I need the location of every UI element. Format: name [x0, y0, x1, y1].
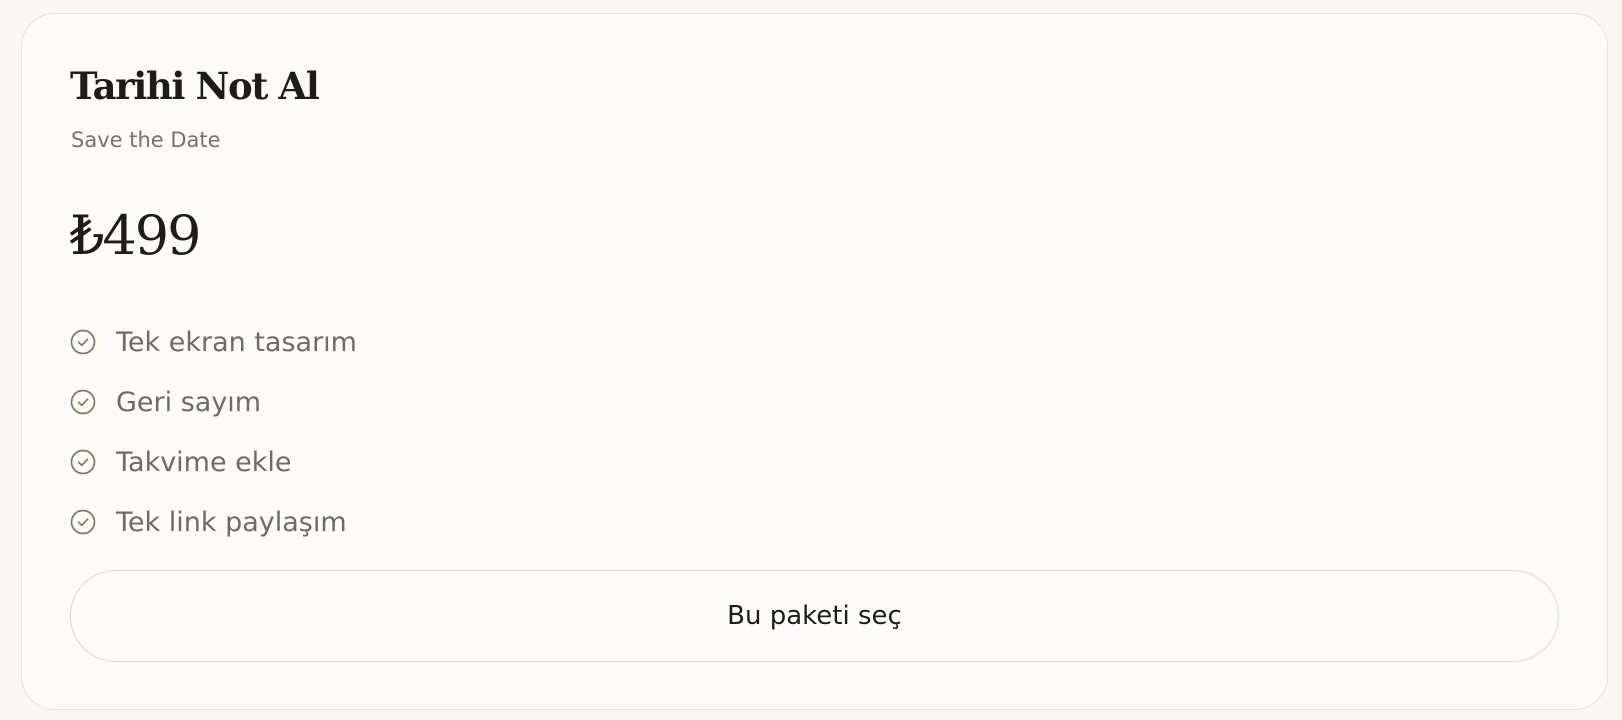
feature-label: Tek ekran tasarım — [116, 326, 357, 358]
select-package-button[interactable]: Bu paketi seç — [70, 570, 1559, 662]
feature-list: Tek ekran tasarım Geri sayım Takvime ekl… — [70, 312, 357, 552]
feature-label: Tek link paylaşım — [116, 506, 347, 538]
plan-title: Tarihi Not Al — [70, 64, 320, 108]
feature-label: Geri sayım — [116, 386, 262, 418]
check-circle-icon — [70, 329, 96, 355]
feature-item: Tek ekran tasarım — [70, 312, 357, 372]
feature-item: Tek link paylaşım — [70, 492, 357, 552]
feature-item: Takvime ekle — [70, 432, 357, 492]
plan-subtitle: Save the Date — [71, 128, 221, 152]
pricing-card: Tarihi Not Al Save the Date ₺499 Tek ekr… — [21, 13, 1608, 710]
check-circle-icon — [70, 509, 96, 535]
check-circle-icon — [70, 389, 96, 415]
feature-label: Takvime ekle — [116, 446, 292, 478]
plan-price: ₺499 — [70, 204, 201, 267]
feature-item: Geri sayım — [70, 372, 357, 432]
check-circle-icon — [70, 449, 96, 475]
